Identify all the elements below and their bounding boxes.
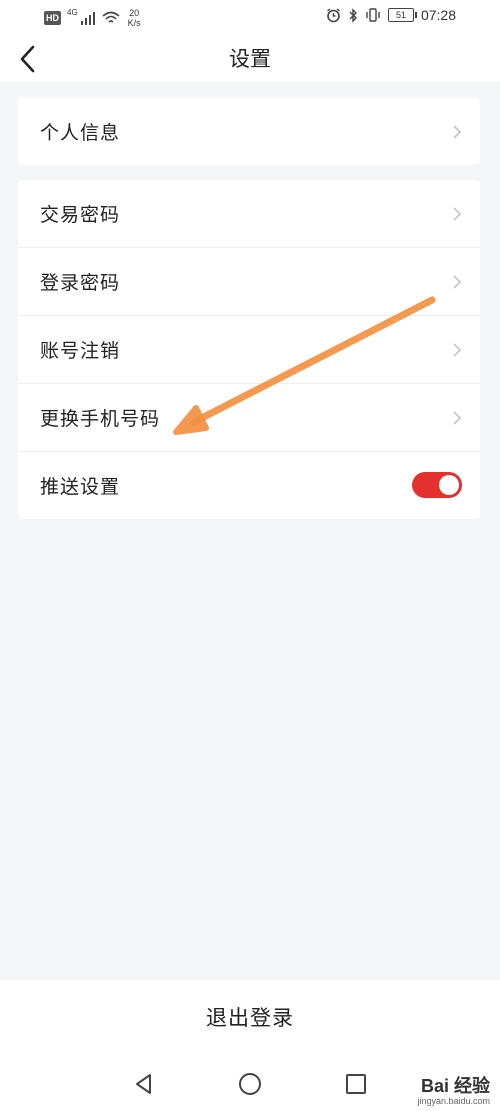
settings-item-label: 更换手机号码 [40,408,161,430]
back-button[interactable] [12,42,46,76]
settings-item-account-deletion[interactable]: 账号注销 [18,315,480,383]
status-right: 51 07:28 [326,7,456,23]
settings-group-security: 交易密码 登录密码 账号注销 更换手机号码 推送设置 [18,180,480,519]
settings-group-profile: 个人信息 [18,98,480,165]
wifi-icon [102,11,120,23]
circle-home-icon [239,1073,261,1095]
logout-button[interactable]: 退出登录 [0,980,500,1056]
status-time: 07:28 [420,7,456,23]
nav-home-button[interactable] [236,1070,264,1098]
system-nav-bar: Bai 经验 jingyan.baidu.com [0,1056,500,1111]
cellular-signal-icon [80,12,95,25]
chevron-right-icon [453,343,462,357]
network-type: 4G [67,7,78,17]
settings-item-label: 个人信息 [40,122,121,144]
settings-item-personal-info[interactable]: 个人信息 [18,98,480,165]
triangle-back-icon [136,1074,151,1094]
chevron-left-icon [20,45,35,73]
settings-item-label: 交易密码 [40,204,121,226]
bluetooth-icon [349,7,357,23]
battery-indicator: 51 [387,8,417,22]
hd-badge: HD [44,11,61,25]
watermark: Bai 经验 jingyan.baidu.com [417,1076,490,1107]
square-recents-icon [346,1074,366,1094]
settings-item-label: 登录密码 [40,272,121,294]
alarm-icon [327,7,340,22]
status-left: HD 4G 20 K/s [44,8,141,28]
push-toggle[interactable] [412,472,462,498]
chevron-right-icon [453,125,462,139]
nav-recents-button[interactable] [342,1070,370,1098]
toggle-knob [439,475,459,495]
speed-value: 20 [129,8,140,18]
settings-item-label: 推送设置 [40,476,121,498]
settings-item-push-settings: 推送设置 [18,451,480,519]
header: 设置 [0,36,500,82]
chevron-right-icon [453,207,462,221]
vibrate-icon [366,8,380,22]
chevron-right-icon [453,411,462,425]
settings-item-login-password[interactable]: 登录密码 [18,247,480,315]
annotation-arrow-icon [173,296,436,435]
settings-item-label: 账号注销 [40,340,121,362]
watermark-domain: jingyan.baidu.com [417,1096,490,1106]
settings-item-change-phone[interactable]: 更换手机号码 [18,383,480,451]
nav-back-button[interactable] [130,1070,158,1098]
speed-unit: K/s [127,18,141,28]
chevron-right-icon [453,275,462,289]
settings-item-trade-password[interactable]: 交易密码 [18,180,480,247]
status-bar: HD 4G 20 K/s 51 07:28 [0,0,500,36]
page-title: 设置 [229,47,271,71]
network-speed: 20 K/s [128,8,141,28]
watermark-brand: Bai 经验 [420,1076,490,1096]
